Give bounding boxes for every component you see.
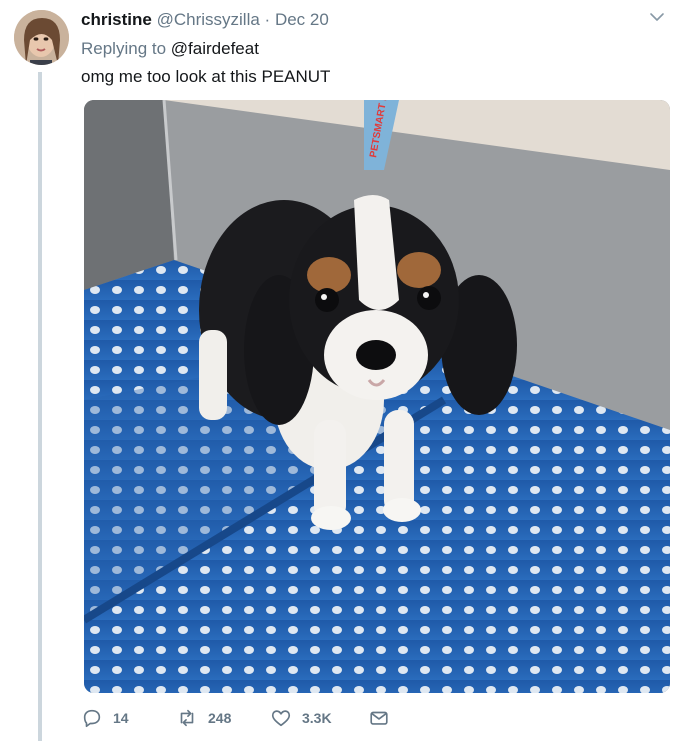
replying-to-label: Replying to	[81, 39, 167, 58]
replying-to-mention[interactable]: @fairdefeat	[171, 39, 259, 58]
display-name[interactable]: christine	[81, 10, 152, 29]
retweet-icon	[180, 709, 194, 727]
reply-button[interactable]: 14	[81, 707, 176, 729]
like-button[interactable]: 3.3K	[270, 707, 368, 729]
envelope-icon	[370, 711, 388, 725]
user-handle[interactable]: @Chrissyzilla	[157, 10, 260, 29]
tweet-actions: 14 248 3.3K	[81, 706, 400, 730]
tweet-photo[interactable]: PETSMART PE	[84, 100, 670, 693]
thread-connector-line	[38, 72, 42, 741]
reply-count: 14	[113, 710, 129, 726]
retweet-button[interactable]: 248	[176, 707, 270, 729]
tweet-header: christine @Chrissyzilla · Dec 20	[81, 9, 329, 31]
avatar-image	[14, 10, 69, 65]
retweet-count: 248	[208, 710, 232, 726]
direct-message-button[interactable]	[368, 707, 400, 729]
avatar[interactable]	[14, 10, 69, 65]
separator-dot: ·	[264, 10, 271, 29]
reply-icon	[83, 709, 101, 728]
tweet-text: omg me too look at this PEANUT	[81, 67, 331, 86]
heart-icon	[271, 710, 291, 727]
like-count: 3.3K	[302, 710, 332, 726]
chevron-down-icon[interactable]	[648, 8, 666, 26]
tweet-date[interactable]: Dec 20	[275, 10, 329, 29]
replying-to-line: Replying to @fairdefeat	[81, 38, 259, 60]
dog-photo: PETSMART PE	[84, 100, 670, 693]
